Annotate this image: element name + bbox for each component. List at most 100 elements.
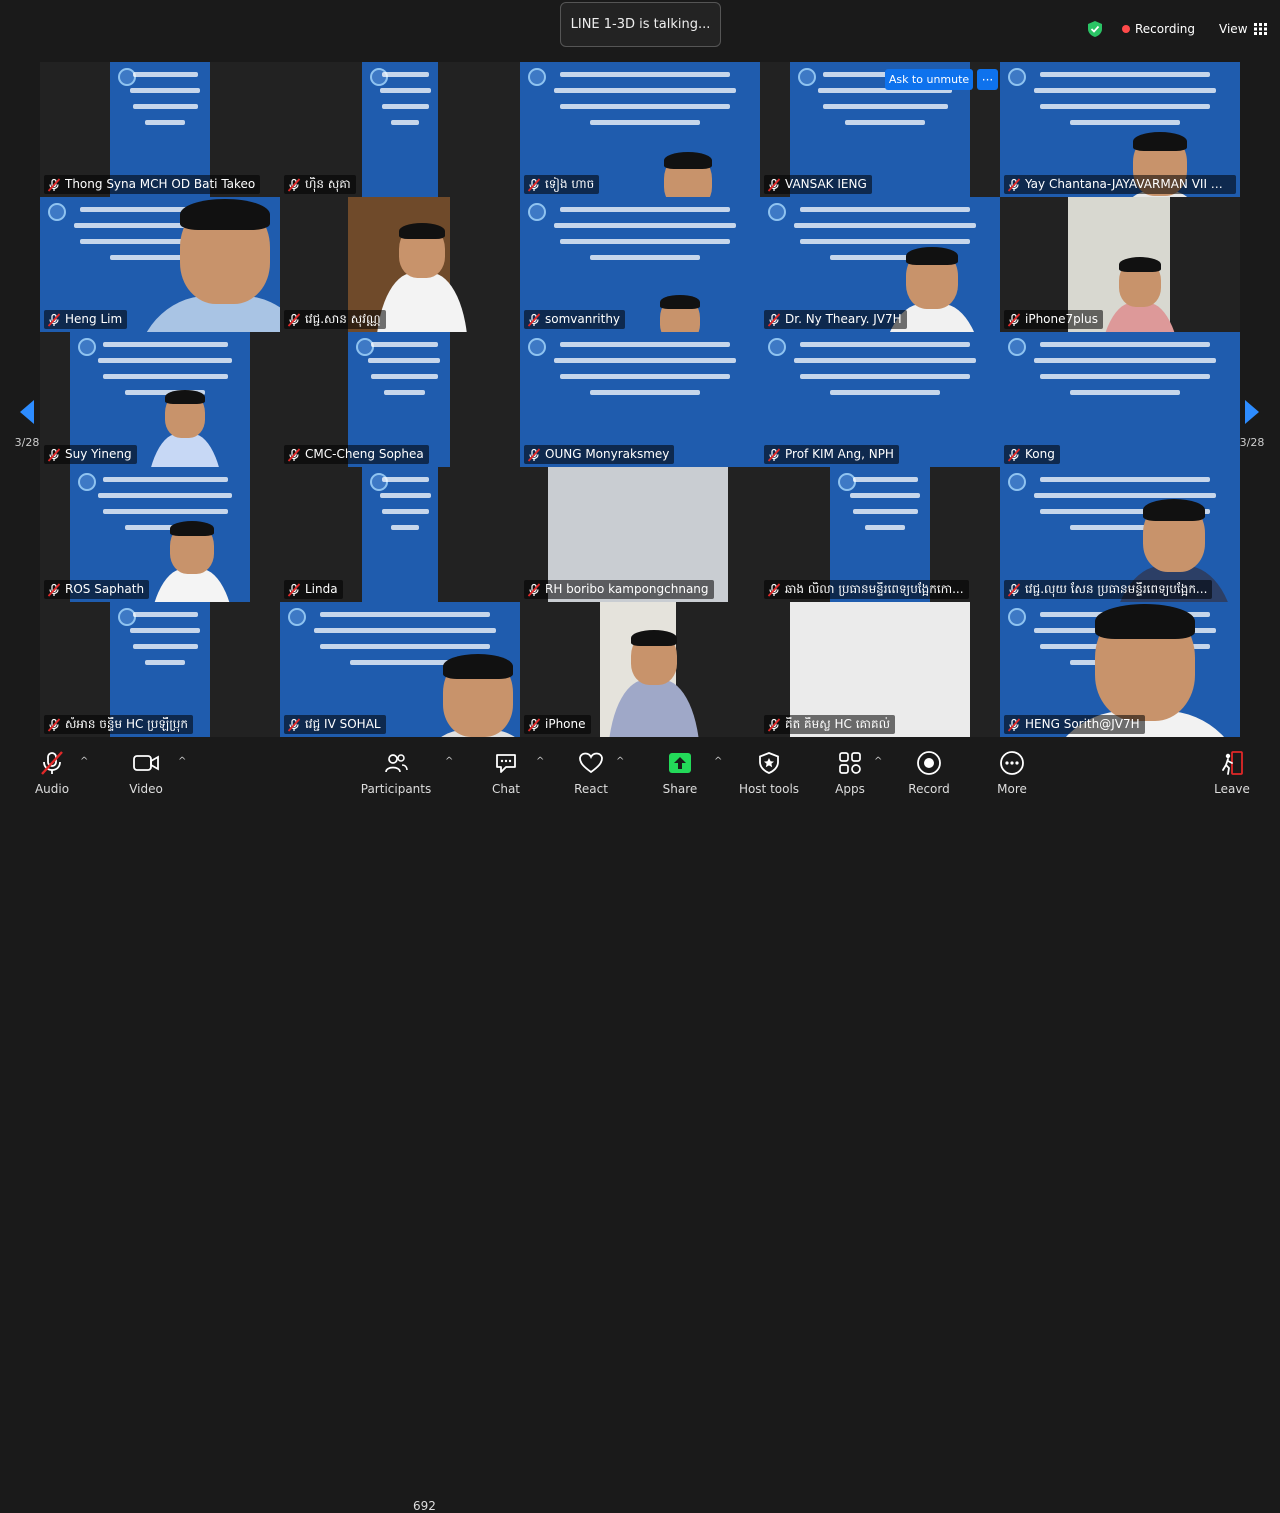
participant-tile[interactable]: Linda [280,467,520,602]
muted-mic-icon [527,177,541,192]
participant-name: iPhone7plus [1025,312,1098,326]
slide-text-line [371,342,438,347]
leave-icon [1222,751,1243,775]
audio-options-caret[interactable]: ^ [80,756,88,767]
participant-name-tag: iPhone [524,715,591,734]
active-speaker-text: LINE 1-3D is talking... [570,17,711,32]
chat-options-caret[interactable]: ^ [536,756,544,767]
participant-tile[interactable]: ROS Saphath [40,467,280,602]
participant-tile[interactable]: Thong Syna MCH OD Bati Takeo [40,62,280,197]
participant-name-tag: Prof KIM Ang, NPH [764,445,899,464]
participant-name: RH boribo kampongchnang [545,582,709,596]
ministry-logo-icon [1008,473,1026,491]
slide-text-line [314,628,496,633]
chat-button[interactable]: Chat [486,742,526,800]
participant-name-tag: ទៀង ហាច [524,175,600,194]
participant-tile[interactable]: Suy Yineng [40,332,280,467]
next-page-button[interactable]: 3/28 [1234,382,1270,464]
participant-name: HENG Sorith@JV7H [1025,717,1140,731]
ask-to-unmute-button[interactable]: Ask to unmute [885,69,973,90]
participant-tile[interactable]: វេជ្ជ IV SOHAL [280,602,520,737]
video-button[interactable]: Video [122,742,170,800]
participant-name: ហ៊ិន សុគា [305,177,351,191]
view-button[interactable]: View [1219,22,1267,36]
ministry-logo-icon [356,338,374,356]
participant-tile[interactable]: somvanrithy [520,197,760,332]
slide-text-line [103,509,228,514]
participant-tile[interactable]: វេជ្ជ.លុយ សែន ប្រធានមន្ទីរពេទ្យបង្អែក... [1000,467,1240,602]
person-hair [1095,604,1195,639]
participant-name: វេជ្ជ.លុយ សែន ប្រធានមន្ទីរពេទ្យបង្អែក... [1025,582,1208,596]
slide-text-line [391,525,419,530]
share-button[interactable]: Share [660,742,700,800]
participant-tile[interactable]: សំអាន ចន្ទីម HC ប្រឡឺប្រុក [40,602,280,737]
person-hair [180,199,270,230]
security-shield-icon[interactable] [1086,20,1104,38]
slide-text-line [590,120,700,125]
recording-label: Recording [1135,22,1196,36]
muted-mic-icon [47,447,61,462]
ministry-logo-icon [1008,338,1026,356]
participant-name-tag: somvanrithy [524,310,626,329]
ministry-logo-icon [118,68,136,86]
muted-mic-icon [1007,717,1021,732]
record-button[interactable]: Record [906,742,952,800]
participant-tile[interactable]: Yay Chantana-JAYAVARMAN VII Hos... [1000,62,1240,197]
slide-text-line [103,342,228,347]
more-button[interactable]: More [992,742,1032,800]
slide-text-line [560,374,730,379]
more-icon [1000,751,1024,775]
participant-more-button[interactable]: ··· [977,69,998,90]
participants-button[interactable]: Participants [361,742,431,800]
participant-name: somvanrithy [545,312,621,326]
participant-tile[interactable]: HENG Sorith@JV7H [1000,602,1240,737]
participant-tile[interactable]: Dr. Ny Theary. JV7H [760,197,1000,332]
host-tools-button[interactable]: Host tools [738,742,800,800]
participant-tile[interactable]: វេជ្ជ.សាន សុវណ្ណ [280,197,520,332]
slide-text-line [103,477,228,482]
leave-button[interactable]: Leave [1212,742,1252,800]
slide-text-line [554,88,736,93]
arrow-right-icon [1245,399,1259,424]
muted-mic-icon [47,582,61,597]
participant-tile[interactable]: ទៀង ហាច [520,62,760,197]
participant-tile[interactable]: Kong [1000,332,1240,467]
more-label: More [997,782,1027,796]
participants-options-caret[interactable]: ^ [445,756,453,767]
participant-tile[interactable]: OUNG Monyraksmey [520,332,760,467]
participant-name: Kong [1025,447,1055,461]
previous-page-button[interactable]: 3/28 [15,382,39,464]
muted-mic-icon [287,582,301,597]
slide-text-line [1034,88,1216,93]
participant-tile[interactable]: ហ៊ិន សុគា [280,62,520,197]
share-options-caret[interactable]: ^ [714,756,722,767]
slide-text-line [800,374,970,379]
slide-text-line [1040,477,1210,482]
participant-tile[interactable]: CMC-Cheng Sophea [280,332,520,467]
participant-name: គីត គឹមស្ល HC គោគល់ [785,717,891,731]
muted-mic-icon [1007,177,1021,192]
muted-mic-icon [287,177,301,192]
person-hair [664,152,712,169]
active-speaker-indicator: LINE 1-3D is talking... [560,2,721,47]
participant-tile[interactable]: Heng Lim [40,197,280,332]
audio-button[interactable]: Audio [28,742,76,800]
slide-text-line [554,223,736,228]
apps-options-caret[interactable]: ^ [874,756,882,767]
participant-video [640,152,736,197]
slide-text-line [380,493,431,498]
participant-tile[interactable]: ឆាង លិលា ប្រធានមន្ទីរពេទ្យបង្អែកកោ... [760,467,1000,602]
participant-tile[interactable]: Prof KIM Ang, NPH [760,332,1000,467]
ministry-logo-icon [78,338,96,356]
participant-tile[interactable]: iPhone7plus [1000,197,1240,332]
video-options-caret[interactable]: ^ [178,756,186,767]
ministry-logo-icon [768,203,786,221]
participant-tile[interactable]: គីត គឹមស្ល HC គោគល់ [760,602,1000,737]
participant-name-tag: វេជ្ជ.សាន សុវណ្ណ [284,310,386,329]
apps-button[interactable]: Apps [830,742,870,800]
participant-tile[interactable]: RH boribo kampongchnang [520,467,760,602]
react-button[interactable]: React [570,742,612,800]
react-options-caret[interactable]: ^ [616,756,624,767]
slide-text-line [853,477,918,482]
participant-tile[interactable]: iPhone [520,602,760,737]
